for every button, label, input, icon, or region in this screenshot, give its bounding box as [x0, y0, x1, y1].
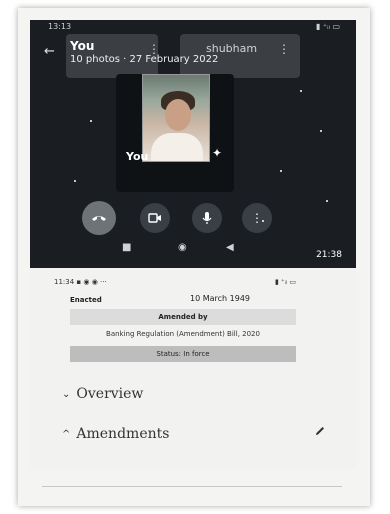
- status-bar-left: 11:34 ▪ ◉ ◉ ···: [54, 278, 107, 286]
- effects-sparkle-icon[interactable]: ✦: [212, 146, 222, 160]
- face-shape: [165, 99, 191, 131]
- screen-speck: [320, 130, 322, 132]
- screen-speck: [300, 90, 302, 92]
- more-options-icon[interactable]: ⋮: [148, 42, 160, 56]
- document-screen: 11:34 ▪ ◉ ◉ ··· ▮ ⁺ᵢₗ ▭ Enacted 10 March…: [30, 268, 356, 468]
- phone-hangup-icon: [92, 216, 106, 221]
- album-subtitle: 10 photos · 27 February 2022: [70, 54, 219, 65]
- more-options-icon-2[interactable]: ⋮: [278, 42, 290, 56]
- mic-toggle-button[interactable]: [192, 203, 222, 233]
- status-icons: ▮ ⁺ᵢₗ ▭: [315, 22, 340, 31]
- status-bar-right: ▮ ⁺ᵢₗ ▭: [274, 278, 296, 286]
- camera-toggle-button[interactable]: [140, 203, 170, 233]
- end-call-button[interactable]: [82, 201, 116, 235]
- chevron-up-icon: ^: [62, 428, 71, 440]
- status-bar: 13:13 ▮ ⁺ᵢₗ ▭: [30, 20, 356, 34]
- album-title: You: [70, 39, 95, 53]
- video-label: You: [126, 150, 149, 163]
- screen-speck: [326, 200, 328, 202]
- enacted-label: Enacted: [70, 296, 102, 304]
- other-user-name: shubham: [206, 42, 258, 55]
- video-camera-icon: [148, 213, 161, 223]
- nav-recents-icon[interactable]: ■: [122, 242, 131, 253]
- vertical-dots-icon: ⋮: [251, 211, 263, 225]
- screen-speck: [280, 170, 282, 172]
- status-badge: Status: In force: [70, 346, 296, 362]
- body-shape: [151, 133, 203, 161]
- amendments-section-toggle[interactable]: ^ Amendments: [62, 426, 169, 442]
- screen-speck: [90, 120, 92, 122]
- status-time: 13:13: [48, 22, 72, 31]
- amendments-label: Amendments: [76, 426, 170, 442]
- back-arrow-icon[interactable]: ←: [44, 44, 55, 59]
- overlay-clock: 21:38: [316, 250, 342, 260]
- nav-back-icon[interactable]: ◀: [226, 242, 234, 253]
- edit-pencil-icon[interactable]: [314, 425, 326, 437]
- amended-by-header: Amended by: [70, 309, 296, 325]
- microphone-icon: [202, 212, 212, 224]
- amending-bill-link[interactable]: Banking Regulation (Amendment) Bill, 202…: [70, 330, 296, 338]
- screen-speck: [262, 220, 264, 222]
- enacted-date: 10 March 1949: [190, 294, 251, 303]
- screen-speck: [74, 180, 76, 182]
- video-call-screen: 13:13 ▮ ⁺ᵢₗ ▭ ← You 10 photos · 27 Febru…: [30, 20, 356, 268]
- overview-section-toggle[interactable]: ⌄ Overview: [62, 386, 143, 402]
- chevron-down-icon: ⌄: [62, 388, 71, 400]
- profile-photo: [142, 74, 210, 162]
- bottom-divider: [42, 486, 342, 487]
- call-more-button[interactable]: ⋮: [242, 203, 272, 233]
- nav-home-icon[interactable]: ◉: [178, 242, 187, 253]
- overview-label: Overview: [76, 386, 144, 402]
